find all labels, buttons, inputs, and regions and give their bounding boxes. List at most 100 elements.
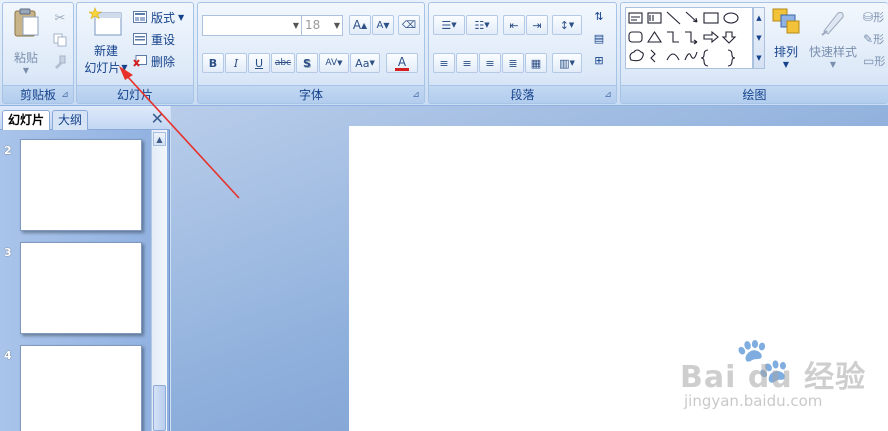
close-icon[interactable]: ✕ (151, 109, 164, 128)
scissors-icon: ✂ (54, 10, 66, 26)
numbering-button[interactable]: ☷ ▼ (466, 15, 498, 35)
font-size-combobox[interactable]: 18 ▼ (301, 15, 343, 36)
shape-outline-button[interactable]: ✎ 形 (863, 30, 888, 48)
scroll-up-icon[interactable]: ▲ (754, 8, 764, 28)
arrange-button[interactable]: 排列 ▼ (769, 7, 803, 79)
new-slide-button[interactable]: 新建 幻灯片 ▼ (81, 7, 131, 79)
new-slide-label-line2-wrap: 幻灯片 ▼ (84, 59, 127, 76)
ribbon: 粘贴 ▼ ✂ 剪贴板 ⊿ 新建 幻灯片 ▼ 版式 ▼ 重设 删除 幻灯片 ▼ 1… (0, 0, 888, 106)
slide-thumbnail[interactable] (20, 345, 142, 431)
shapes-gallery[interactable] (625, 7, 753, 69)
format-painter-button[interactable] (51, 53, 69, 71)
shrink-font-button[interactable]: A ▼ (372, 15, 394, 35)
paragraph-group-label: 段落 (429, 85, 616, 103)
chevron-down-icon: ▼ (829, 60, 837, 69)
scrollbar-thumb[interactable] (153, 385, 166, 431)
chevron-down-icon: ▼ (337, 59, 343, 67)
text-direction-icon: ⇅ (594, 9, 604, 23)
reset-button[interactable]: 重设 (133, 30, 175, 48)
reset-icon (133, 33, 147, 45)
cut-button[interactable]: ✂ (51, 9, 69, 27)
panel-tabs: 幻灯片 大纲 ✕ (0, 106, 170, 130)
delete-icon (133, 55, 147, 67)
justify-icon: ≣ (508, 56, 518, 70)
change-case-button[interactable]: Aa ▼ (350, 53, 380, 73)
text-direction-button[interactable]: ⇅ (587, 7, 611, 25)
slide-number: 3 (4, 246, 12, 259)
columns-button[interactable]: ▥ ▼ (552, 53, 582, 73)
shrink-font-label: A (376, 19, 384, 31)
justify-button[interactable]: ≣ (502, 53, 524, 73)
eraser-icon: ⌫ (401, 19, 417, 31)
chevron-down-icon: ▼ (568, 21, 575, 29)
new-slide-label-line1: 新建 (93, 44, 118, 58)
shrink-font-icon: ▼ (383, 20, 390, 30)
scroll-down-icon[interactable]: ▼ (754, 28, 764, 48)
dialog-launcher-icon[interactable]: ⊿ (603, 90, 613, 100)
slide-number: 4 (4, 349, 12, 362)
align-right-button[interactable]: ≡ (479, 53, 501, 73)
effects-icon: ▭ (863, 54, 875, 68)
paste-button[interactable]: 粘贴 ▼ (7, 7, 45, 75)
reset-label: 重设 (151, 32, 176, 47)
clear-formatting-button[interactable]: ⌫ (398, 15, 420, 35)
delete-slide-button[interactable]: 删除 (133, 52, 175, 70)
layout-icon (133, 11, 147, 23)
align-center-button[interactable]: ≡ (456, 53, 478, 73)
font-color-button[interactable]: A (386, 53, 418, 73)
slide-thumbnail[interactable] (20, 242, 142, 334)
tab-outline[interactable]: 大纲 (52, 110, 89, 130)
increase-indent-button[interactable]: ⇥ (526, 15, 548, 35)
copy-icon (53, 33, 67, 47)
clipboard-group: 粘贴 ▼ ✂ 剪贴板 ⊿ (2, 2, 74, 104)
layout-button[interactable]: 版式 ▼ (133, 8, 184, 26)
grow-font-button[interactable]: A ▲ (349, 15, 371, 35)
copy-button[interactable] (51, 31, 69, 49)
font-color-label: A (397, 54, 407, 69)
align-text-button[interactable]: ▤ (587, 29, 611, 47)
dialog-launcher-icon[interactable]: ⊿ (60, 90, 70, 100)
scroll-up-icon[interactable]: ▲ (153, 132, 166, 146)
slides-panel: 幻灯片 大纲 ✕ 2 3 4 ▲ (0, 106, 170, 431)
shape-effects-button[interactable]: ▭ 形 (863, 52, 888, 70)
align-left-icon: ≡ (439, 56, 449, 70)
case-label: Aa (355, 56, 370, 70)
align-left-button[interactable]: ≡ (433, 53, 455, 73)
strikethrough-button[interactable]: abc (271, 53, 295, 73)
slide-number: 2 (4, 144, 12, 157)
more-shapes-icon[interactable]: ▼ (754, 48, 764, 68)
quick-styles-button[interactable]: 快速样式 ▼ (807, 7, 859, 79)
grow-font-icon: ▲ (361, 20, 368, 30)
font-name-combobox[interactable]: ▼ (202, 15, 302, 36)
slide-thumbnail[interactable] (20, 139, 142, 231)
line-spacing-button[interactable]: ↕ ▼ (552, 15, 582, 35)
quick-styles-icon (821, 12, 844, 36)
columns-icon: ▥ (559, 56, 570, 70)
font-group-label: 字体 (198, 85, 424, 103)
distributed-button[interactable]: ▦ (525, 53, 547, 73)
smartart-button[interactable]: ⊞ (587, 51, 611, 69)
line-spacing-icon: ↕ (559, 18, 569, 32)
bold-button[interactable]: B (202, 53, 224, 73)
decrease-indent-button[interactable]: ⇤ (503, 15, 525, 35)
shape-fill-button[interactable]: ⛁ 形 (863, 8, 888, 26)
dialog-launcher-icon[interactable]: ⊿ (411, 90, 421, 100)
distributed-icon: ▦ (530, 56, 542, 70)
tab-slides[interactable]: 幻灯片 (2, 110, 51, 130)
font-size-value: 18 (305, 18, 321, 32)
italic-button[interactable]: I (225, 53, 247, 73)
font-group: ▼ 18 ▼ A ▲ A ▼ ⌫ B I U abc S AV ▼ Aa ▼ A 字体 … (197, 2, 425, 104)
panel-scrollbar[interactable]: ▲ (151, 130, 167, 431)
bullets-button[interactable]: ☰ ▼ (433, 15, 465, 35)
brush-icon (55, 55, 66, 69)
chevron-down-icon: ▼ (333, 21, 340, 30)
italic-label: I (233, 56, 239, 70)
character-spacing-button[interactable]: AV ▼ (319, 53, 349, 73)
align-center-icon: ≡ (462, 56, 472, 70)
align-text-icon: ▤ (593, 31, 605, 45)
grow-font-label: A (352, 18, 362, 32)
underline-button[interactable]: U (248, 53, 270, 73)
text-shadow-button[interactable]: S (296, 53, 318, 73)
layout-label: 版式 (151, 10, 176, 25)
shapes-gallery-icons (628, 11, 739, 67)
